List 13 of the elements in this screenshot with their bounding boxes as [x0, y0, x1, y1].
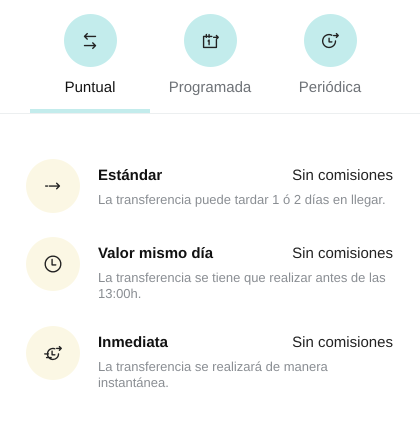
option-title: Estándar — [98, 167, 162, 184]
option-description: La transferencia se tiene que realizar antes de las 13:00h. — [98, 270, 387, 302]
fee-label: Sin comisiones — [292, 167, 393, 184]
fee-label: Sin comisiones — [292, 334, 393, 351]
option-description: La transferencia se realizará de manera instantánea. — [98, 359, 329, 391]
tab[interactable]: Puntual — [30, 14, 150, 113]
option-title: Valor mismo día — [98, 245, 214, 262]
tab[interactable]: Programada — [150, 14, 270, 113]
option-description: La transferencia puede tardar 1 ó 2 días en llegar. — [98, 192, 387, 208]
tab[interactable]: Periódica — [270, 14, 390, 113]
clock-icon — [42, 253, 64, 275]
fee-label: Sin comisiones — [292, 245, 393, 262]
option-title: Inmediata — [98, 334, 168, 351]
